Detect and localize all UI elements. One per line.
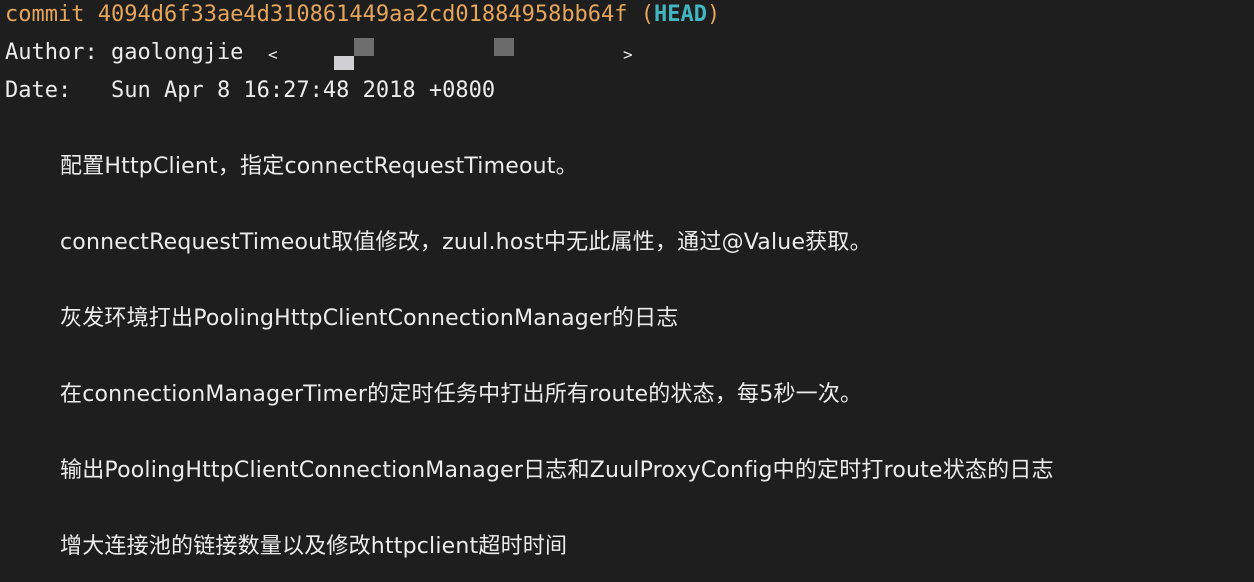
author-line: Author: gaolongjie [5,38,243,68]
commit-message-line: 输出PoolingHttpClientConnectionManager日志和Z… [60,458,1054,483]
commit-message-line: 配置HttpClient，指定connectRequestTimeout。 [60,154,578,179]
commit-keyword: commit [5,2,85,27]
ref-close-paren: ) [707,2,721,27]
redaction-pixel-block [354,38,374,56]
commit-hash: 4094d6f33ae4d310861449aa2cd01884958bb64f [97,2,628,27]
email-open-bracket: < [268,45,278,64]
date-value: Sun Apr 8 16:27:48 2018 +0800 [110,78,496,103]
commit-message-line: 灰发环境打出PoolingHttpClientConnectionManager… [60,306,679,331]
email-close-bracket: > [623,45,633,64]
date-label: Date: [5,78,72,103]
redacted-email: < > [268,38,648,72]
ref-open-paren: ( [640,2,655,27]
commit-message-line: connectRequestTimeout取值修改，zuul.host中无此属性… [60,230,872,255]
author-label: Author: [5,40,98,65]
author-name: gaolongjie [110,40,244,65]
date-line: Date: Sun Apr 8 16:27:48 2018 +0800 [5,76,495,106]
redaction-pixel-block [334,56,354,70]
commit-header: commit 4094d6f33ae4d310861449aa2cd018849… [5,0,720,30]
redaction-pixel-block [494,38,514,56]
commit-message-line: 在connectionManagerTimer的定时任务中打出所有route的状… [60,382,863,407]
commit-message-line: 增大连接池的链接数量以及修改httpclient超时时间 [60,534,568,559]
head-ref-label: HEAD [654,2,708,27]
